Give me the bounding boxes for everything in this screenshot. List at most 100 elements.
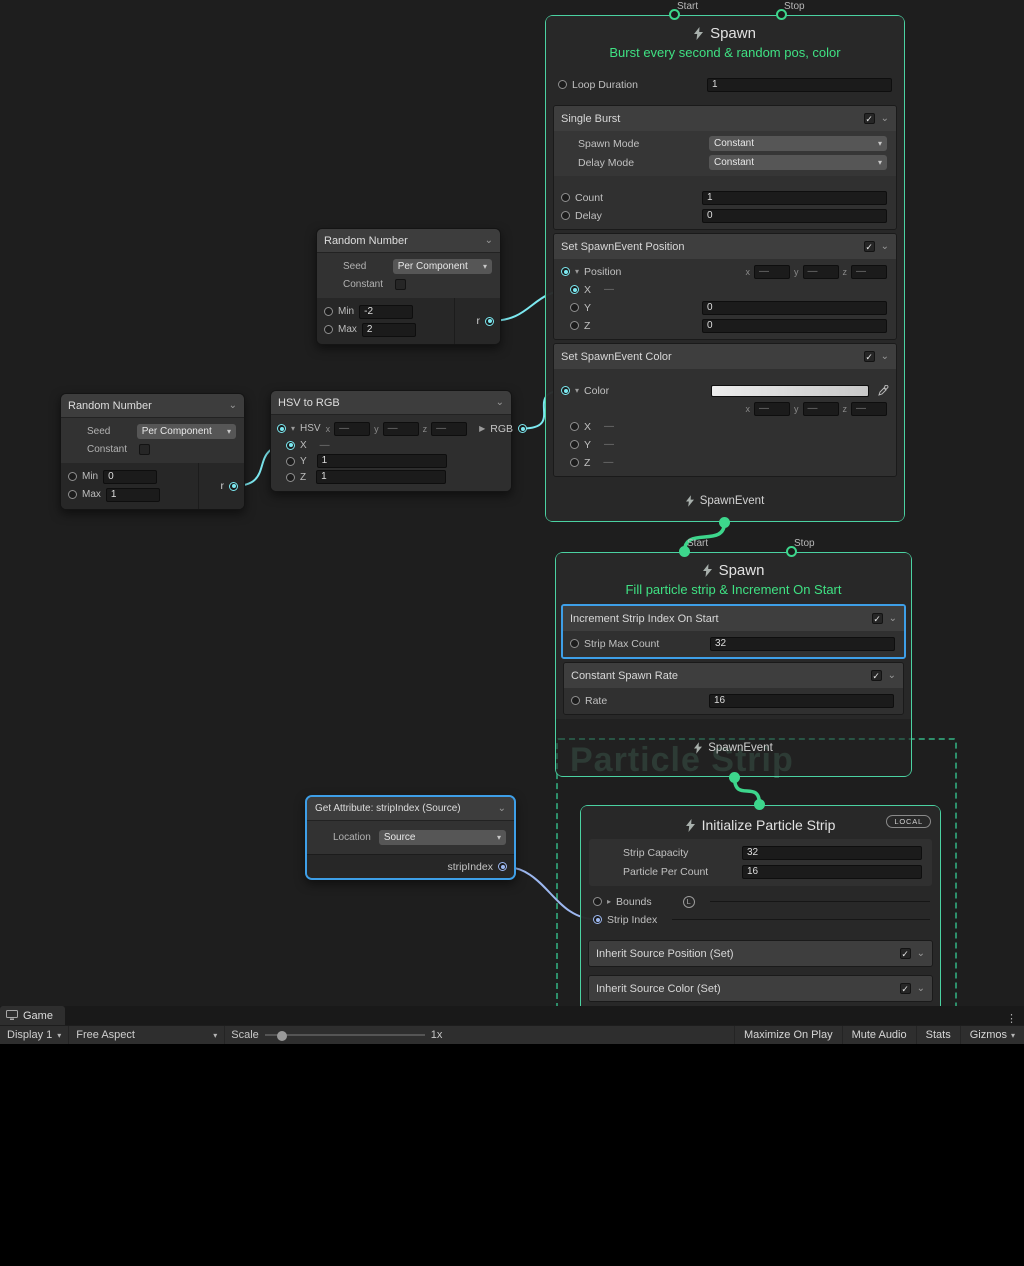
eyedropper-icon[interactable]: [878, 385, 889, 396]
block-enabled-checkbox[interactable]: ✓: [871, 670, 882, 681]
display-dropdown[interactable]: Display 1▾: [0, 1026, 69, 1044]
block-chevron-icon[interactable]: ⌄: [881, 351, 889, 362]
loop-duration-field[interactable]: 1: [707, 78, 892, 92]
color-port[interactable]: [561, 386, 570, 395]
block-inherit-source-position[interactable]: Inherit Source Position (Set) ✓ ⌄: [588, 940, 933, 967]
initialize-particle-strip-context[interactable]: LOCAL Initialize Particle Strip Strip Ca…: [580, 805, 941, 1006]
block-enabled-checkbox[interactable]: ✓: [864, 113, 875, 124]
block-header[interactable]: Inherit Source Position (Set) ✓ ⌄: [589, 941, 932, 966]
count-field[interactable]: 1: [702, 191, 887, 205]
collapse-chevron-icon[interactable]: ⌄: [498, 803, 506, 814]
position-y-field[interactable]: —: [803, 265, 839, 279]
block-enabled-checkbox[interactable]: ✓: [900, 948, 911, 959]
block-enabled-checkbox[interactable]: ✓: [900, 983, 911, 994]
max-field[interactable]: 2: [362, 323, 416, 337]
stop-flow-port[interactable]: [786, 546, 797, 557]
random-number-node-top[interactable]: Random Number ⌄ Seed Per Component▾ Cons…: [316, 228, 501, 345]
block-constant-spawn-rate[interactable]: Constant Spawn Rate ✓ ⌄ Rate16: [563, 662, 904, 715]
expand-down-icon[interactable]: ▾: [291, 424, 295, 433]
gizmos-button[interactable]: Gizmos▾: [960, 1026, 1024, 1044]
seed-dropdown[interactable]: Per Component▾: [393, 259, 492, 274]
block-chevron-icon[interactable]: ⌄: [881, 113, 889, 124]
expand-down-icon[interactable]: ▾: [575, 386, 579, 395]
block-header[interactable]: Inherit Source Color (Set) ✓ ⌄: [589, 976, 932, 1001]
position-y-port[interactable]: [570, 303, 579, 312]
min-field[interactable]: 0: [103, 470, 157, 484]
block-set-spawnevent-color[interactable]: Set SpawnEvent Color ✓ ⌄ ▾ Color x—: [553, 343, 897, 477]
spawn-context-strip[interactable]: Start Stop Spawn Fill particle strip & I…: [555, 552, 912, 777]
max-field[interactable]: 1: [106, 488, 160, 502]
node-header[interactable]: Get Attribute: stripIndex (Source) ⌄: [307, 797, 514, 821]
stop-flow-port[interactable]: [776, 9, 787, 20]
max-port[interactable]: [324, 325, 333, 334]
min-field[interactable]: -2: [359, 305, 413, 319]
slider-knob[interactable]: [277, 1031, 287, 1041]
block-enabled-checkbox[interactable]: ✓: [864, 351, 875, 362]
game-tab[interactable]: Game: [0, 1006, 65, 1025]
block-chevron-icon[interactable]: ⌄: [889, 613, 897, 624]
block-enabled-checkbox[interactable]: ✓: [872, 613, 883, 624]
tab-menu-icon[interactable]: ⋮: [999, 1012, 1024, 1025]
count-port[interactable]: [561, 193, 570, 202]
constant-checkbox[interactable]: [139, 444, 150, 455]
spawn-mode-dropdown[interactable]: Constant▾: [709, 136, 887, 151]
rate-port[interactable]: [571, 696, 580, 705]
y-field[interactable]: 1: [317, 454, 447, 468]
block-inherit-source-color[interactable]: Inherit Source Color (Set) ✓ ⌄: [588, 975, 933, 1002]
block-header[interactable]: Set SpawnEvent Position ✓ ⌄: [554, 234, 896, 259]
local-space-badge[interactable]: LOCAL: [886, 815, 931, 828]
bounds-port[interactable]: [593, 897, 602, 906]
hsv-z-field[interactable]: —: [431, 422, 467, 436]
constant-checkbox[interactable]: [395, 279, 406, 290]
hsv-port[interactable]: [277, 424, 286, 433]
node-header[interactable]: Random Number ⌄: [61, 394, 244, 418]
position-z-port[interactable]: [570, 321, 579, 330]
position-z-field[interactable]: —: [851, 265, 887, 279]
block-chevron-icon[interactable]: ⌄: [888, 670, 896, 681]
stats-button[interactable]: Stats: [916, 1026, 960, 1044]
strip-capacity-field[interactable]: 32: [742, 846, 922, 860]
position-x-field[interactable]: —: [754, 265, 790, 279]
color-z-port[interactable]: [570, 458, 579, 467]
expand-down-icon[interactable]: ▾: [575, 267, 579, 276]
color-y-port[interactable]: [570, 440, 579, 449]
color-x-field[interactable]: —: [754, 402, 790, 416]
x-port[interactable]: [286, 441, 295, 450]
random-number-node-left[interactable]: Random Number ⌄ Seed Per Component▾ Cons…: [60, 393, 245, 510]
strip-max-count-port[interactable]: [570, 639, 579, 648]
color-z-field[interactable]: —: [851, 402, 887, 416]
block-header[interactable]: Single Burst ✓ ⌄: [554, 106, 896, 131]
delay-port[interactable]: [561, 211, 570, 220]
spawn-context-burst[interactable]: Start Stop Spawn Burst every second & ra…: [545, 15, 905, 522]
rgb-expand-icon[interactable]: ▶: [479, 424, 485, 433]
start-flow-port[interactable]: [679, 546, 690, 557]
color-y-field[interactable]: —: [803, 402, 839, 416]
max-port[interactable]: [68, 490, 77, 499]
block-header[interactable]: Set SpawnEvent Color ✓ ⌄: [554, 344, 896, 369]
z-field[interactable]: 1: [316, 470, 446, 484]
z-field[interactable]: 0: [702, 319, 887, 333]
collapse-chevron-icon[interactable]: ⌄: [485, 235, 493, 246]
location-dropdown[interactable]: Source▾: [379, 830, 506, 845]
y-port[interactable]: [286, 457, 295, 466]
node-header[interactable]: HSV to RGB ⌄: [271, 391, 511, 415]
loop-duration-port[interactable]: [558, 80, 567, 89]
mute-audio-button[interactable]: Mute Audio: [842, 1026, 916, 1044]
block-chevron-icon[interactable]: ⌄: [917, 948, 925, 959]
r-output-port[interactable]: [229, 482, 238, 491]
delay-field[interactable]: 0: [702, 209, 887, 223]
strip-max-count-field[interactable]: 32: [710, 637, 895, 651]
bounds-mode-icon[interactable]: L: [683, 896, 695, 908]
block-set-spawnevent-position[interactable]: Set SpawnEvent Position ✓ ⌄ ▾ Position x…: [553, 233, 897, 340]
block-enabled-checkbox[interactable]: ✓: [864, 241, 875, 252]
block-chevron-icon[interactable]: ⌄: [917, 983, 925, 994]
node-header[interactable]: Random Number ⌄: [317, 229, 500, 253]
get-attribute-node[interactable]: Get Attribute: stripIndex (Source) ⌄ Loc…: [305, 795, 516, 880]
collapse-chevron-icon[interactable]: ⌄: [229, 400, 237, 411]
flow-input-port[interactable]: [754, 799, 765, 810]
collapse-chevron-icon[interactable]: ⌄: [496, 397, 504, 408]
hsv-y-field[interactable]: —: [383, 422, 419, 436]
z-port[interactable]: [286, 473, 295, 482]
block-increment-strip-index[interactable]: Increment Strip Index On Start ✓ ⌄ Strip…: [561, 604, 906, 659]
rate-field[interactable]: 16: [709, 694, 894, 708]
